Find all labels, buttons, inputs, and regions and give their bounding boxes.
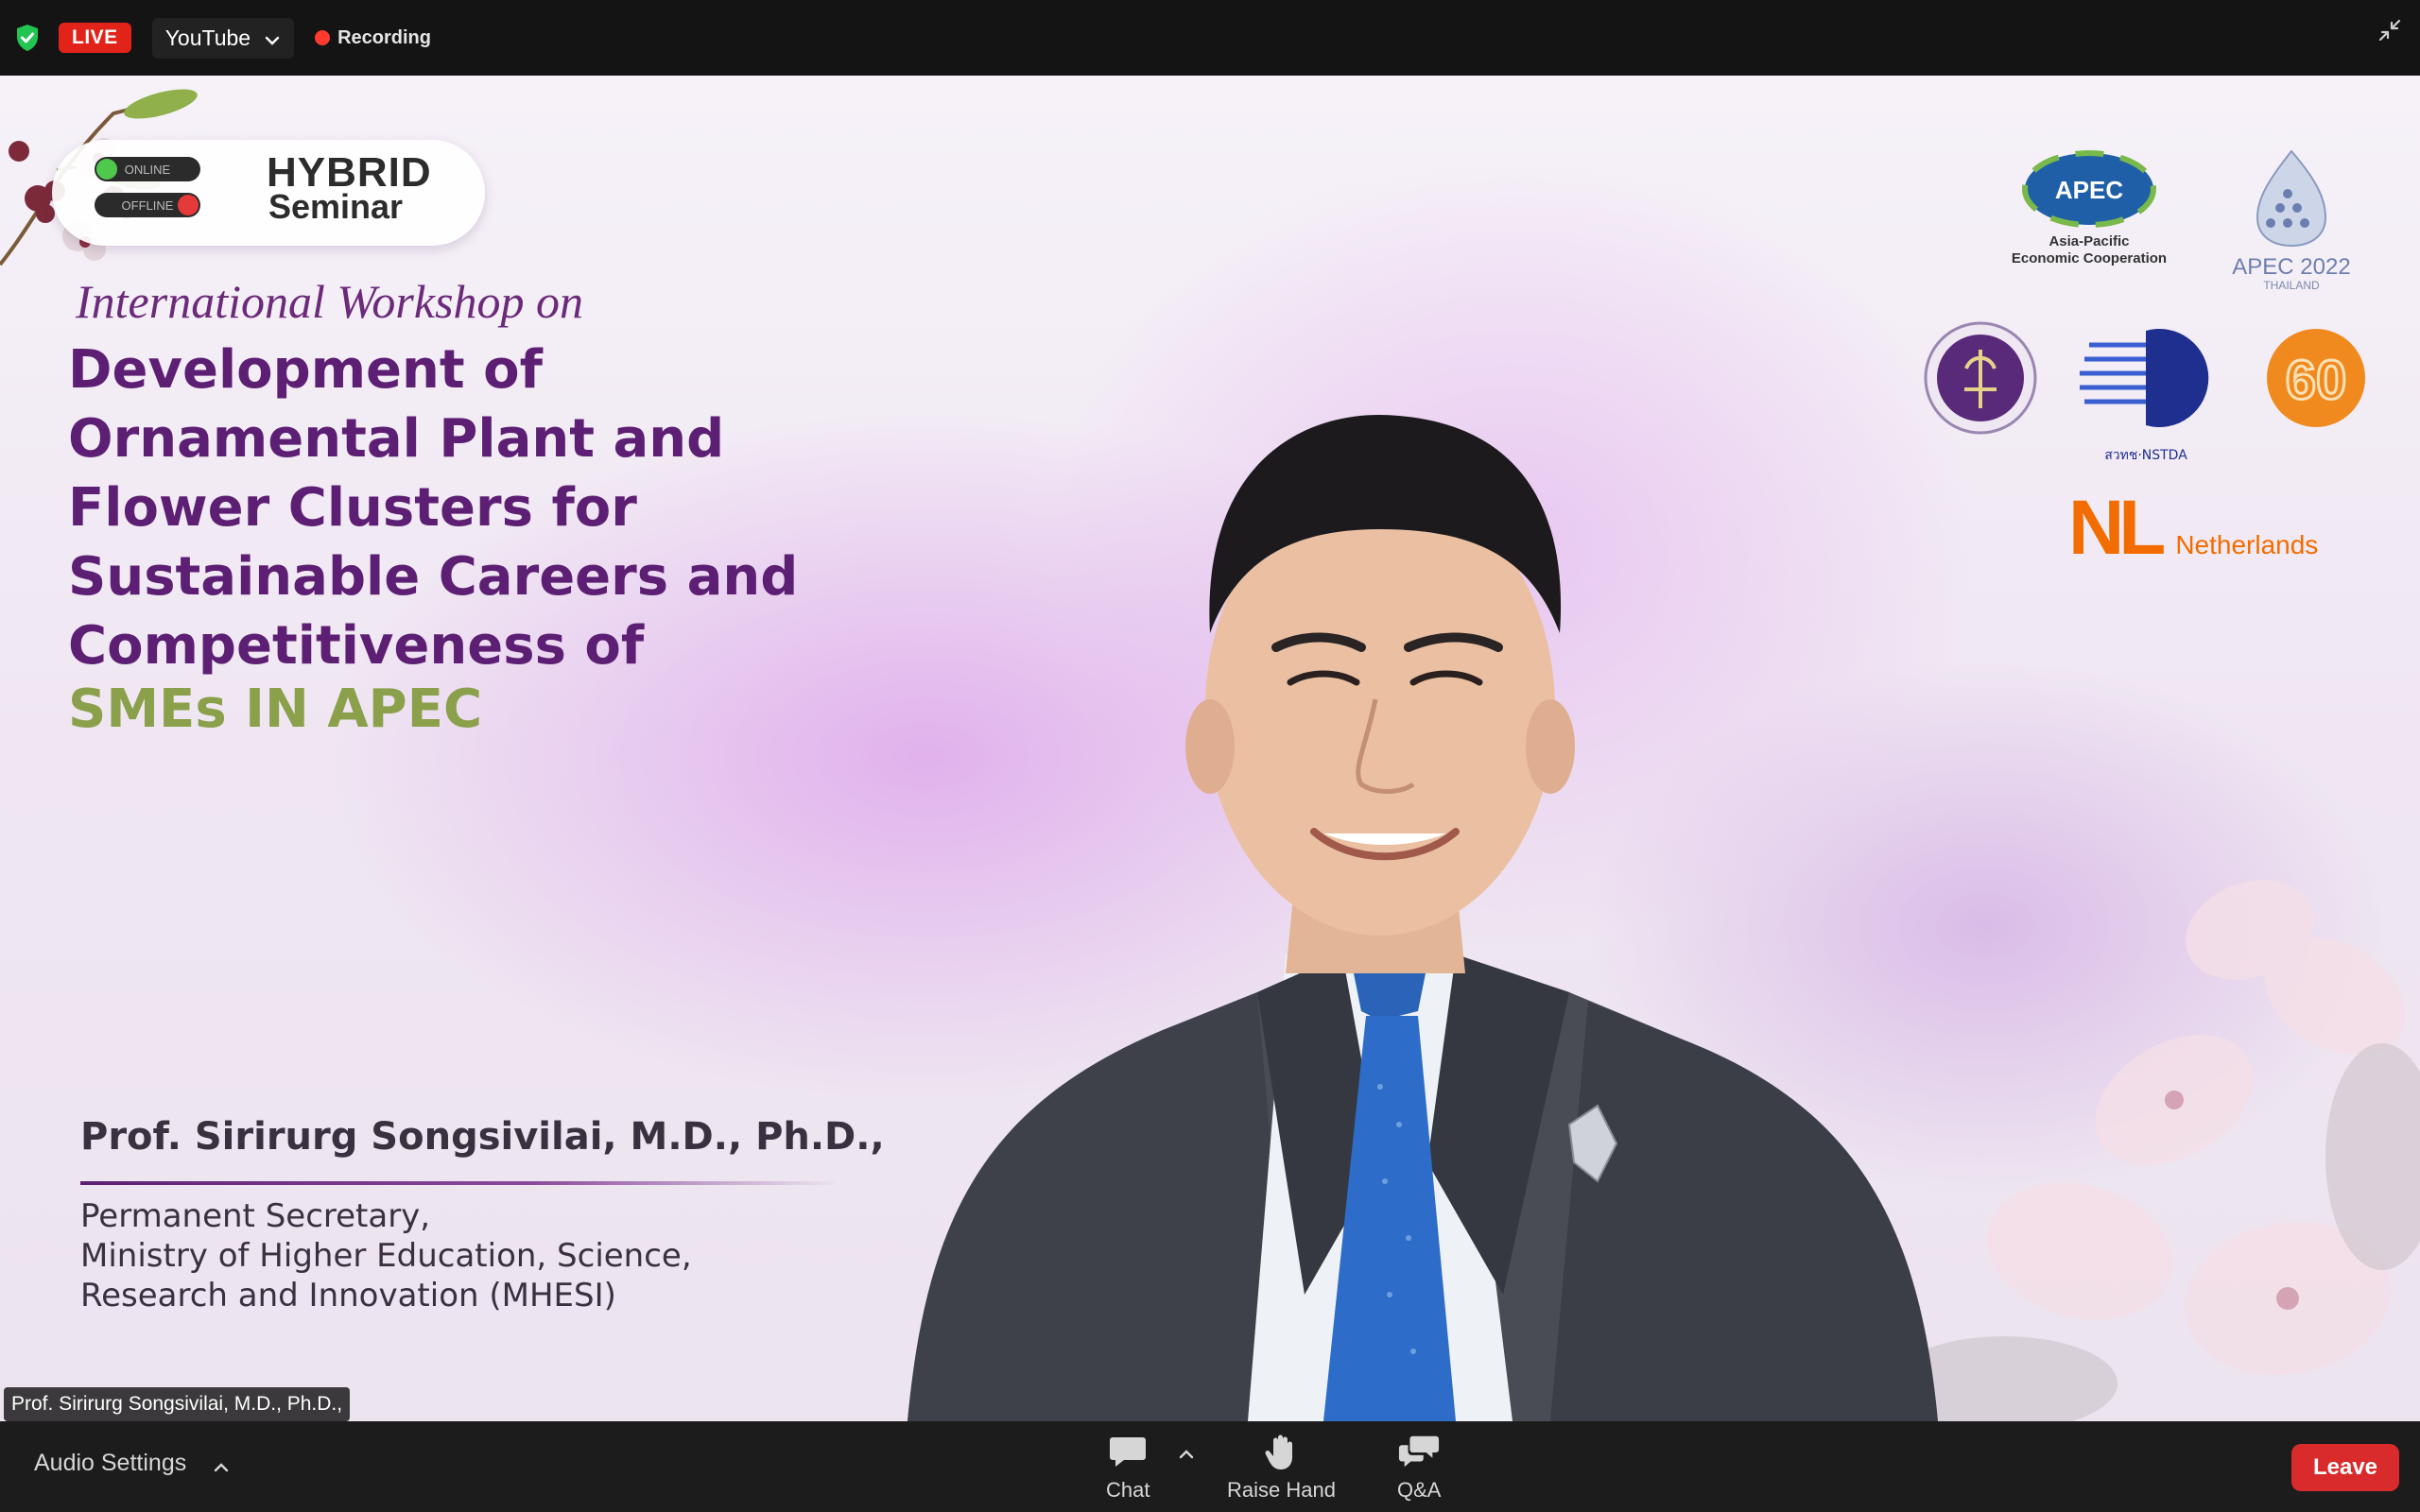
anniversary-60-logo-icon: 60 [2267, 329, 2365, 427]
shared-video-view[interactable]: ONLINE OFFLINE HYBRID Seminar Internatio… [0, 76, 2420, 1421]
chevron-down-icon [264, 29, 281, 46]
netherlands-logo: NL Netherlands [2068, 484, 2318, 573]
chat-button[interactable]: Chat [1106, 1433, 1150, 1503]
qa-icon [1398, 1433, 1440, 1470]
speaker-video-figure [908, 414, 1938, 1421]
offline-toggle-knob [178, 195, 199, 215]
netherlands-text: Netherlands [2175, 530, 2319, 559]
offline-toggle: OFFLINE [95, 193, 200, 217]
apec-2022-logo-icon: APEC 2022 THAILAND [2232, 149, 2351, 292]
workshop-title-line: Flower Clusters for [68, 477, 637, 539]
speaker-name: Prof. Sirirurg Songsivilai, M.D., Ph.D., [80, 1115, 885, 1159]
anniversary-60-text: 60 [2286, 350, 2347, 411]
apec-2022-sub: THAILAND [2263, 279, 2320, 292]
apec-logo-icon: APEC Asia-Pacific Economic Cooperation [2012, 150, 2167, 266]
speaker-role-line: Permanent Secretary, [80, 1197, 431, 1235]
stream-target-dropdown[interactable]: YouTube [151, 17, 295, 59]
workshop-title: Development of Ornamental Plant and Flow… [68, 335, 919, 680]
participant-name-tag: Prof. Sirirurg Songsivilai, M.D., Ph.D., [4, 1387, 351, 1421]
meeting-controls-toolbar: Audio Settings Chat Raise Hand Q&A Leave [0, 1421, 2420, 1512]
nstda-logo-icon: สวทช·NSTDA [2080, 329, 2209, 463]
raise-hand-button[interactable]: Raise Hand [1227, 1433, 1336, 1503]
nstda-text: สวทช·NSTDA [2104, 448, 2187, 463]
qa-label: Q&A [1397, 1478, 1442, 1502]
online-toggle-knob [96, 159, 117, 180]
top-bar: LIVE YouTube Recording [0, 0, 2420, 76]
apec-2022-text: APEC 2022 [2232, 254, 2350, 280]
live-badge: LIVE [59, 23, 131, 53]
recording-dot-icon [315, 30, 331, 45]
workshop-title-line: Sustainable Careers and [68, 546, 799, 608]
speaker-role-line: Research and Innovation (MHESI) [80, 1277, 616, 1314]
workshop-title-line: Competitiveness of [68, 615, 645, 677]
apec-caption-1: Asia-Pacific [2048, 233, 2129, 249]
speaker-role: Permanent Secretary, Ministry of Higher … [80, 1196, 692, 1315]
offline-toggle-label: OFFLINE [121, 198, 174, 213]
qa-button[interactable]: Q&A [1397, 1433, 1441, 1503]
workshop-title-highlight: SMEs IN APEC [68, 679, 483, 740]
raise-hand-icon [1260, 1433, 1302, 1470]
speaker-role-line: Ministry of Higher Education, Science, [80, 1237, 692, 1275]
chat-icon [1107, 1433, 1149, 1470]
chat-options-chevron-icon[interactable] [1178, 1446, 1195, 1463]
speaker-name-underline [80, 1181, 837, 1185]
chat-label: Chat [1106, 1478, 1150, 1502]
workshop-title-line: Ornamental Plant and [68, 408, 725, 470]
zoom-webinar-window: LIVE YouTube Recording ONLINE OFFLINE HY… [0, 0, 2420, 1512]
online-toggle-label: ONLINE [124, 162, 171, 177]
recording-indicator[interactable]: Recording [315, 27, 431, 49]
audio-settings-button[interactable]: Audio Settings [34, 1450, 230, 1477]
workshop-intro: International Workshop on [76, 275, 584, 328]
chevron-up-icon[interactable] [213, 1455, 230, 1472]
seminar-subtitle: Seminar [268, 187, 404, 226]
recording-label: Recording [337, 26, 431, 48]
exit-fullscreen-icon[interactable] [2375, 15, 2405, 45]
raise-hand-label: Raise Hand [1227, 1478, 1336, 1502]
leave-button[interactable]: Leave [2291, 1444, 2399, 1491]
apec-logo-text: APEC [2055, 176, 2123, 204]
online-toggle: ONLINE [95, 157, 200, 181]
audio-settings-label: Audio Settings [34, 1450, 187, 1476]
apec-caption-2: Economic Cooperation [2012, 250, 2167, 266]
workshop-title-line: Development of [68, 339, 544, 401]
nl-logo-mark: NL [2068, 485, 2166, 571]
stream-target-label: YouTube [164, 25, 251, 50]
encryption-shield-icon[interactable] [13, 22, 42, 54]
